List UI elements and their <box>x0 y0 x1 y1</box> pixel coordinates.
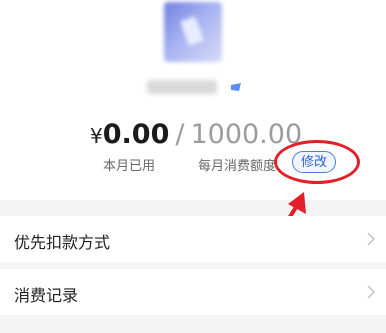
used-amount: 0.00 <box>102 119 170 150</box>
chevron-right-icon <box>367 285 376 299</box>
quota-amount: 1000.00 <box>190 119 303 150</box>
divider <box>0 262 386 269</box>
menu-item-label: 优先扣款方式 <box>14 233 111 252</box>
user-nickname-blurred <box>147 80 217 94</box>
menu-item-payment-priority[interactable]: 优先扣款方式 <box>0 216 386 262</box>
avatar[interactable] <box>164 2 222 62</box>
highlight-circle <box>274 140 360 184</box>
amount-separator: / <box>175 119 185 150</box>
quota-label: 每月消费额度 <box>198 159 277 174</box>
currency-symbol: ¥ <box>90 124 103 148</box>
spending-amount: ¥0.00/1000.00 <box>90 118 302 152</box>
menu-item-label: 消费记录 <box>14 286 79 305</box>
verified-badge-icon <box>231 83 241 91</box>
chevron-right-icon <box>367 232 376 246</box>
avatar-image <box>180 16 204 46</box>
used-label: 本月已用 <box>103 159 156 174</box>
menu-item-spending-records[interactable]: 消费记录 <box>0 269 386 315</box>
